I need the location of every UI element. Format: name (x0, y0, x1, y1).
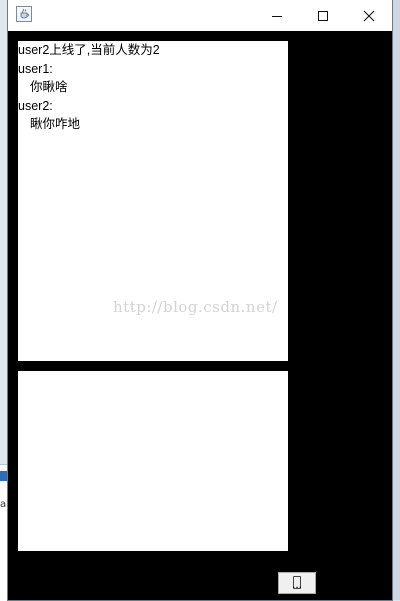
minimize-button[interactable] (254, 0, 300, 31)
minimize-icon (272, 15, 282, 17)
background-window-icon (0, 471, 8, 481)
maximize-button[interactable] (300, 0, 346, 31)
send-button[interactable]: ... (278, 572, 316, 594)
message-text: 你瞅啥 (30, 80, 68, 94)
desktop-background (392, 0, 400, 600)
message-text: 瞅你咋地 (30, 117, 81, 131)
message-input[interactable] (18, 371, 288, 551)
title-bar[interactable] (8, 0, 392, 31)
system-message: user2上线了,当前人数为2 (18, 43, 160, 57)
watermark: http://blog.csdn.net/ (113, 298, 278, 316)
maximize-icon (318, 10, 328, 21)
java-cup-icon[interactable] (16, 6, 32, 22)
background-window-text: a (0, 499, 7, 510)
close-button[interactable] (346, 0, 392, 31)
message-sender: user2: (18, 98, 53, 113)
message-sender: user1: (18, 61, 53, 76)
send-button-label: ... (291, 577, 302, 591)
chat-client-window: user2上线了,当前人数为2 user1: 你瞅啥 user2: 瞅你咋地 h… (8, 0, 392, 600)
close-icon (363, 10, 375, 21)
background-window-edge: a (0, 464, 8, 601)
